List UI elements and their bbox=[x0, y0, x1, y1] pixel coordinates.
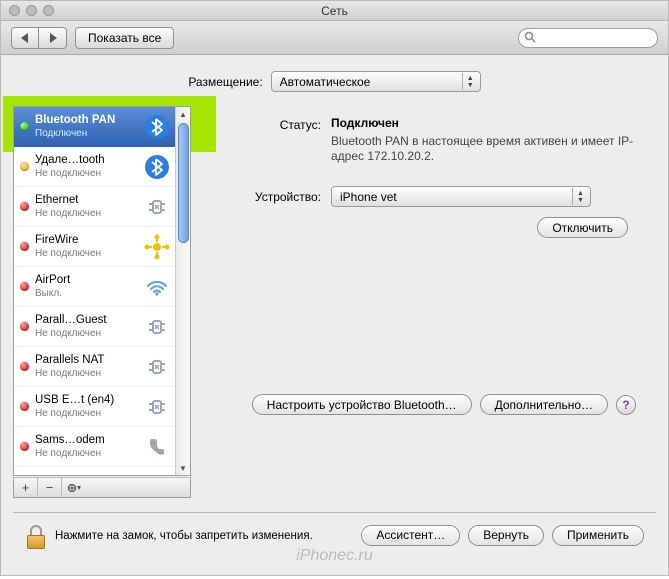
add-service-button[interactable]: + bbox=[14, 478, 38, 497]
bluetooth-icon bbox=[143, 113, 171, 141]
service-name: Sams…odem bbox=[35, 434, 137, 447]
back-button[interactable] bbox=[11, 27, 39, 49]
forward-button[interactable] bbox=[39, 27, 67, 49]
scroll-up-arrow[interactable]: ▲ bbox=[176, 107, 190, 121]
service-name: Ethernet bbox=[35, 194, 137, 207]
remove-service-button[interactable]: − bbox=[38, 478, 62, 497]
service-name: Parall…Guest bbox=[35, 314, 137, 327]
sidebar-item[interactable]: EthernetНе подключен bbox=[14, 187, 175, 227]
lock-icon[interactable] bbox=[25, 523, 47, 549]
service-name: Parallels NAT bbox=[35, 354, 137, 367]
service-status: Не подключен bbox=[35, 447, 137, 460]
network-prefs-window: Сеть Показать все Размещение: Автоматиче… bbox=[0, 0, 669, 576]
sidebar-scrollbar[interactable]: ▲ ▼ bbox=[175, 107, 190, 475]
service-status: Выкл. bbox=[35, 287, 137, 300]
titlebar: Сеть bbox=[1, 1, 668, 21]
service-status: Не подключен bbox=[35, 367, 137, 380]
device-select[interactable]: iPhone vet ▲▼ bbox=[331, 186, 591, 207]
ethernet-icon bbox=[143, 313, 171, 341]
status-label: Статус: bbox=[221, 116, 321, 164]
status-dot bbox=[20, 162, 29, 171]
sidebar-item[interactable]: FireWireНе подключен bbox=[14, 227, 175, 267]
ethernet-icon bbox=[143, 193, 171, 221]
search-input[interactable] bbox=[518, 28, 658, 48]
search-field[interactable] bbox=[518, 28, 658, 48]
ethernet-icon bbox=[143, 353, 171, 381]
search-icon bbox=[524, 31, 536, 43]
scroll-thumb[interactable] bbox=[178, 123, 189, 243]
status-dot bbox=[20, 322, 29, 331]
sidebar-item[interactable]: Parall…GuestНе подключен bbox=[14, 307, 175, 347]
detail-pane: Статус: Подключен Bluetooth PAN в настоя… bbox=[201, 106, 656, 415]
bluetooth-icon bbox=[143, 153, 171, 181]
service-status: Не подключен bbox=[35, 407, 137, 420]
sidebar-item[interactable]: Parallels NATНе подключен bbox=[14, 347, 175, 387]
ethernet-icon bbox=[143, 393, 171, 421]
traffic-lights bbox=[1, 5, 71, 16]
status-dot bbox=[20, 122, 29, 131]
revert-button[interactable]: Вернуть bbox=[468, 525, 544, 546]
content-area: Размещение: Автоматическое ▲▼ Bluetooth … bbox=[1, 55, 668, 575]
close-window-button[interactable] bbox=[9, 5, 20, 16]
service-name: USB E…t (en4) bbox=[35, 394, 137, 407]
status-dot bbox=[20, 362, 29, 371]
service-status: Не подключен bbox=[35, 327, 137, 340]
wifi-icon bbox=[143, 273, 171, 301]
scroll-down-arrow[interactable]: ▼ bbox=[176, 461, 190, 475]
configure-bluetooth-button[interactable]: Настроить устройство Bluetooth… bbox=[252, 394, 472, 415]
service-name: FireWire bbox=[35, 234, 137, 247]
advanced-button[interactable]: Дополнительно… bbox=[480, 394, 608, 415]
chevron-updown-icon: ▲▼ bbox=[572, 188, 588, 205]
services-sidebar: Bluetooth PANПодключенУдале…toothНе подк… bbox=[13, 106, 191, 476]
device-label: Устройство: bbox=[221, 190, 321, 204]
firewire-icon bbox=[143, 233, 171, 261]
help-button[interactable]: ? bbox=[616, 395, 636, 415]
service-status: Не подключен bbox=[35, 247, 137, 260]
sidebar-item[interactable]: Удале…toothНе подключен bbox=[14, 147, 175, 187]
service-name: AirPort bbox=[35, 274, 137, 287]
status-dot bbox=[20, 242, 29, 251]
assist-button[interactable]: Ассистент… bbox=[361, 525, 460, 546]
status-dot bbox=[20, 402, 29, 411]
device-value: iPhone vet bbox=[340, 190, 397, 204]
service-actions-button[interactable] bbox=[62, 478, 86, 497]
show-all-button[interactable]: Показать все bbox=[75, 27, 174, 49]
apply-button[interactable]: Применить bbox=[552, 525, 644, 546]
location-label: Размещение: bbox=[188, 75, 262, 89]
status-dot bbox=[20, 282, 29, 291]
zoom-window-button[interactable] bbox=[43, 5, 54, 16]
window-title: Сеть bbox=[71, 1, 598, 21]
minimize-window-button[interactable] bbox=[26, 5, 37, 16]
service-name: Bluetooth PAN bbox=[35, 114, 137, 127]
chevron-updown-icon: ▲▼ bbox=[462, 73, 478, 90]
sidebar-item[interactable]: USB E…t (en4)Не подключен bbox=[14, 387, 175, 427]
watermark: iPhonec.ru bbox=[13, 547, 656, 569]
sidebar-item[interactable]: Bluetooth PANПодключен bbox=[14, 107, 175, 147]
phone-icon bbox=[143, 433, 171, 461]
location-select[interactable]: Автоматическое ▲▼ bbox=[271, 71, 481, 92]
service-status: Не подключен bbox=[35, 207, 137, 220]
status-dot bbox=[20, 202, 29, 211]
status-value: Подключен bbox=[331, 116, 399, 130]
service-status: Не подключен bbox=[35, 167, 137, 180]
service-status: Подключен bbox=[35, 127, 137, 140]
status-dot bbox=[20, 442, 29, 451]
location-value: Автоматическое bbox=[280, 75, 371, 89]
status-description: Bluetooth PAN в настоящее время активен … bbox=[331, 134, 648, 164]
lock-text: Нажмите на замок, чтобы запретить измене… bbox=[55, 530, 313, 542]
sidebar-item[interactable]: Sams…odemНе подключен bbox=[14, 427, 175, 467]
sidebar-footer: + − bbox=[13, 477, 191, 498]
divider bbox=[13, 512, 656, 513]
sidebar-item[interactable]: AirPortВыкл. bbox=[14, 267, 175, 307]
toolbar: Показать все bbox=[1, 21, 668, 55]
disconnect-button[interactable]: Отключить bbox=[537, 217, 628, 238]
service-name: Удале…tooth bbox=[35, 154, 137, 167]
